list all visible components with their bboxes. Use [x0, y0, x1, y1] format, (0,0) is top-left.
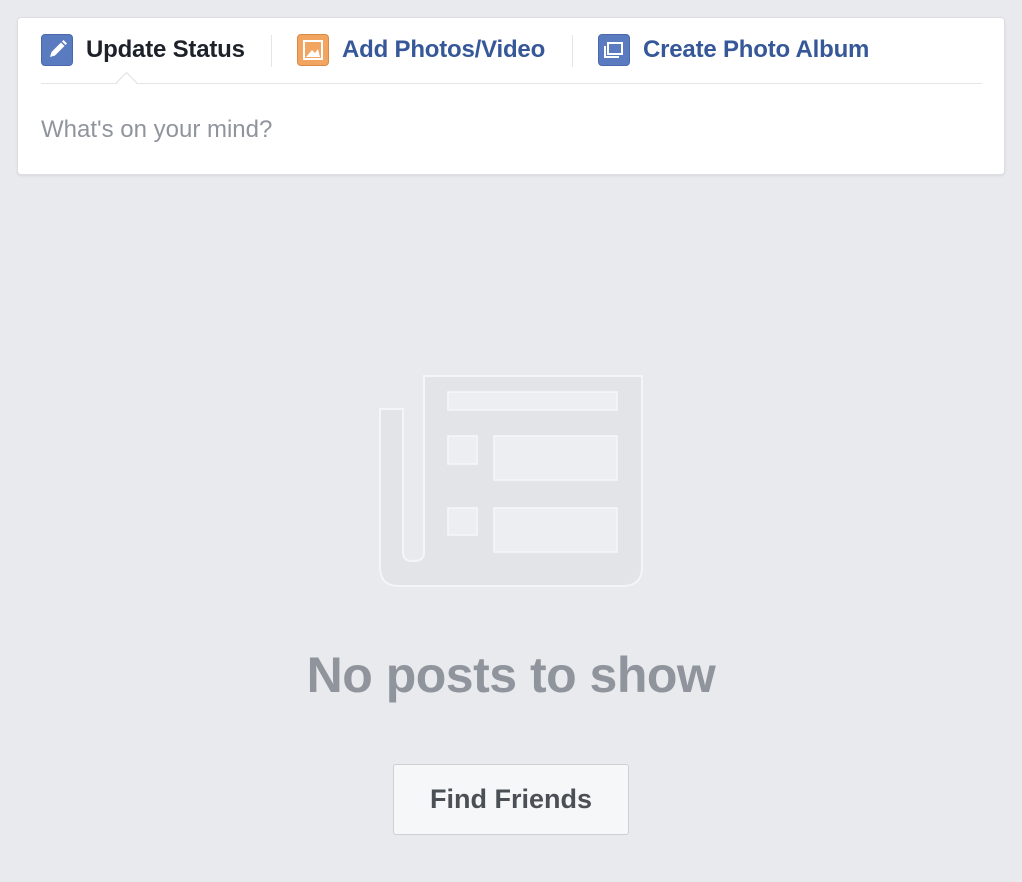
composer-tabs: Update Status Add Photos/Video Create Ph… — [41, 18, 982, 84]
pencil-icon — [41, 34, 73, 66]
newspaper-icon — [378, 375, 644, 589]
photo-icon — [297, 34, 329, 66]
photo-album-icon — [598, 34, 630, 66]
tab-add-photos-video[interactable]: Add Photos/Video — [297, 33, 545, 67]
status-input[interactable] — [41, 106, 971, 154]
tab-update-status[interactable]: Update Status — [41, 33, 245, 67]
composer-card: Update Status Add Photos/Video Create Ph… — [17, 17, 1005, 175]
empty-state-title: No posts to show — [306, 647, 716, 703]
tab-add-photos-video-label: Add Photos/Video — [342, 36, 546, 63]
tab-update-status-label: Update Status — [86, 36, 245, 63]
tab-divider — [271, 35, 272, 67]
tab-create-photo-album-label: Create Photo Album — [643, 36, 870, 63]
find-friends-button[interactable]: Find Friends — [393, 764, 629, 835]
tab-divider — [572, 35, 573, 67]
tab-create-photo-album[interactable]: Create Photo Album — [598, 33, 869, 67]
